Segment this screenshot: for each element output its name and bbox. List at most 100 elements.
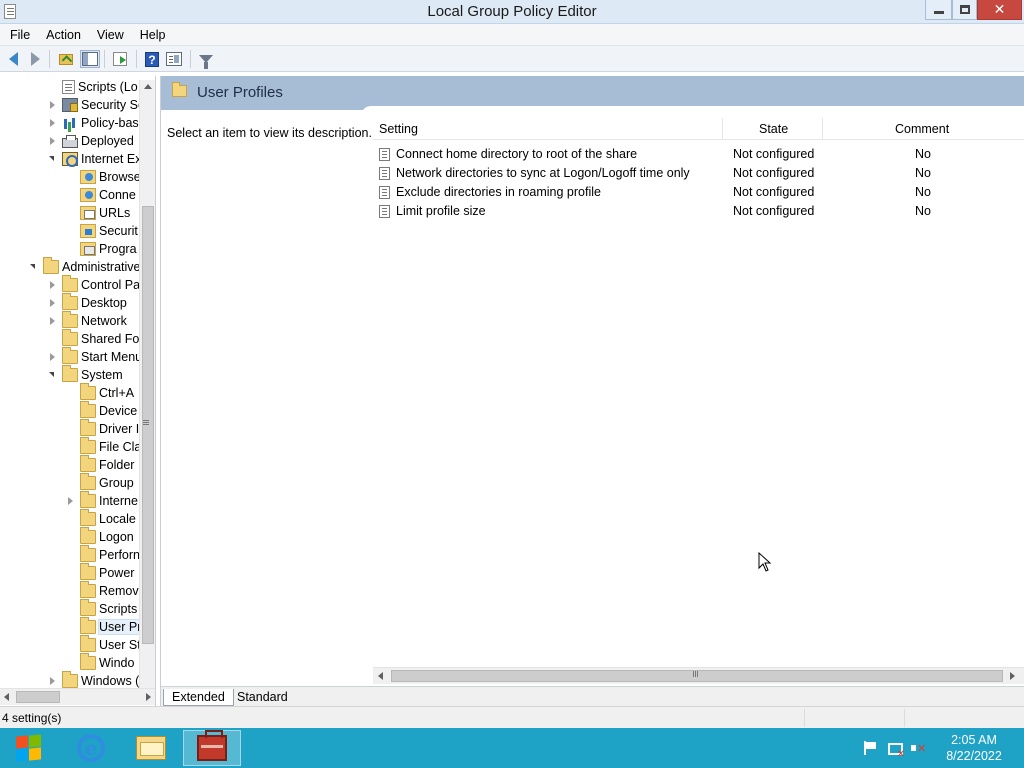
volume-muted-icon[interactable] <box>910 740 926 756</box>
tree-item[interactable]: Interne <box>66 491 138 510</box>
menu-help[interactable]: Help <box>132 25 174 45</box>
folder-icon <box>80 527 96 544</box>
expand-arrow-icon[interactable] <box>48 370 58 380</box>
tree-item[interactable]: URLs <box>66 204 130 222</box>
tree-item[interactable]: Power <box>66 563 134 582</box>
tree-item[interactable]: Group <box>66 473 134 492</box>
scroll-left-icon[interactable] <box>4 693 9 701</box>
properties-button[interactable] <box>164 50 184 68</box>
tree-item[interactable]: Desktop <box>48 293 127 312</box>
menu-action[interactable]: Action <box>38 25 89 45</box>
tree-vertical-scrollbar[interactable] <box>139 80 155 692</box>
taskbar-group-policy-editor[interactable] <box>183 730 241 766</box>
scroll-thumb[interactable] <box>142 206 154 644</box>
menu-file[interactable]: File <box>2 25 38 45</box>
scroll-thumb[interactable] <box>391 670 1003 682</box>
collapse-arrow-icon[interactable] <box>48 118 58 128</box>
action-center-flag-icon[interactable] <box>862 740 878 756</box>
tree-item[interactable]: Perforn <box>66 545 140 564</box>
tree-item[interactable]: Security Se <box>48 96 145 114</box>
minimize-button[interactable] <box>925 0 952 20</box>
start-button[interactable] <box>8 734 48 764</box>
tree-item-label: System <box>81 368 123 382</box>
column-divider[interactable] <box>822 118 823 140</box>
column-divider[interactable] <box>722 118 723 140</box>
scroll-right-icon[interactable] <box>146 693 151 701</box>
collapse-arrow-icon[interactable] <box>48 136 58 146</box>
tree-item[interactable]: Control Pa <box>48 275 140 294</box>
folder-icon <box>62 311 78 328</box>
close-button[interactable]: ✕ <box>977 0 1022 20</box>
tree-item[interactable]: Administrative <box>29 257 141 276</box>
collapse-arrow-icon[interactable] <box>48 352 58 362</box>
tree-item[interactable]: Scripts (Lo <box>48 78 138 96</box>
scroll-left-icon[interactable] <box>378 672 383 680</box>
scroll-up-icon[interactable] <box>144 84 152 89</box>
tab-standard[interactable]: Standard <box>229 689 296 706</box>
tree-item[interactable]: Network <box>48 311 127 330</box>
tree-horizontal-scrollbar[interactable] <box>0 688 155 705</box>
tree-item[interactable]: Ctrl+A <box>66 383 134 402</box>
tree-item[interactable]: Locale <box>66 509 136 528</box>
tree-item[interactable]: Conne <box>66 186 136 204</box>
tree-item[interactable]: Folder <box>66 455 134 474</box>
tree-item-label: User St <box>99 638 141 652</box>
collapse-arrow-icon[interactable] <box>48 100 58 110</box>
tree-item-label: Locale <box>99 512 136 526</box>
tree-item[interactable]: User Pr <box>66 617 143 636</box>
tree-item[interactable]: Progra <box>66 240 137 258</box>
table-row[interactable]: Exclude directories in roaming profile No… <box>373 183 1024 202</box>
network-disconnected-icon[interactable] <box>886 740 905 760</box>
table-row[interactable]: Limit profile size Not configured No <box>373 202 1024 221</box>
table-row[interactable]: Network directories to sync at Logon/Log… <box>373 164 1024 183</box>
tree-item[interactable]: Scripts <box>66 599 137 618</box>
collapse-arrow-icon[interactable] <box>48 676 58 686</box>
collapse-arrow-icon[interactable] <box>48 298 58 308</box>
column-header-comment[interactable]: Comment <box>895 122 949 136</box>
clock[interactable]: 2:05 AM 8/22/2022 <box>940 732 1008 764</box>
security-icon <box>80 224 96 238</box>
tree-item[interactable]: Shared Fol <box>48 329 142 348</box>
restore-button[interactable] <box>952 0 977 20</box>
folder-icon <box>80 455 96 472</box>
column-header-setting[interactable]: Setting <box>379 122 418 136</box>
table-row[interactable]: Connect home directory to root of the sh… <box>373 145 1024 164</box>
tree-item[interactable]: Browse <box>66 168 141 186</box>
tree-item[interactable]: Internet Ex <box>48 150 141 168</box>
tree-item[interactable]: Device <box>66 401 138 420</box>
tree-item[interactable]: Remov <box>66 581 139 600</box>
tree-item[interactable]: Policy-bas <box>48 114 139 132</box>
list-horizontal-scrollbar[interactable] <box>373 667 1024 684</box>
help-button[interactable]: ? <box>142 50 162 68</box>
show-hide-tree-button[interactable] <box>80 50 100 68</box>
tree-item[interactable]: Driver I <box>66 419 139 438</box>
export-list-button[interactable] <box>110 50 130 68</box>
collapse-arrow-icon[interactable] <box>48 316 58 326</box>
tree-item[interactable]: File Cla <box>66 437 141 456</box>
menu-view[interactable]: View <box>89 25 132 45</box>
expand-arrow-icon[interactable] <box>48 154 58 164</box>
tree-item[interactable]: Deployed <box>48 132 134 150</box>
tab-extended[interactable]: Extended <box>163 689 234 706</box>
setting-comment: No <box>915 147 931 161</box>
tree-item[interactable]: User St <box>66 635 141 654</box>
taskbar-file-explorer[interactable] <box>122 730 180 766</box>
back-button[interactable] <box>3 50 23 68</box>
tree-item[interactable]: System <box>48 365 123 384</box>
collapse-arrow-icon[interactable] <box>48 280 58 290</box>
scroll-right-icon[interactable] <box>1010 672 1015 680</box>
tree-item[interactable]: Start Menu <box>48 347 142 366</box>
scroll-thumb[interactable] <box>16 691 60 703</box>
collapse-arrow-icon[interactable] <box>66 496 76 506</box>
tree-item[interactable]: Securit <box>66 222 138 240</box>
filter-button[interactable] <box>196 50 216 69</box>
tree-item[interactable]: Windo <box>66 653 134 672</box>
script-icon <box>62 80 75 94</box>
tree-item-label: Device <box>99 404 138 418</box>
tree-item[interactable]: Logon <box>66 527 134 546</box>
expand-arrow-icon[interactable] <box>29 262 39 272</box>
column-header-state[interactable]: State <box>759 122 788 136</box>
up-one-level-button[interactable] <box>56 50 76 68</box>
taskbar-internet-explorer[interactable]: e <box>62 730 120 766</box>
forward-button[interactable] <box>25 50 45 68</box>
